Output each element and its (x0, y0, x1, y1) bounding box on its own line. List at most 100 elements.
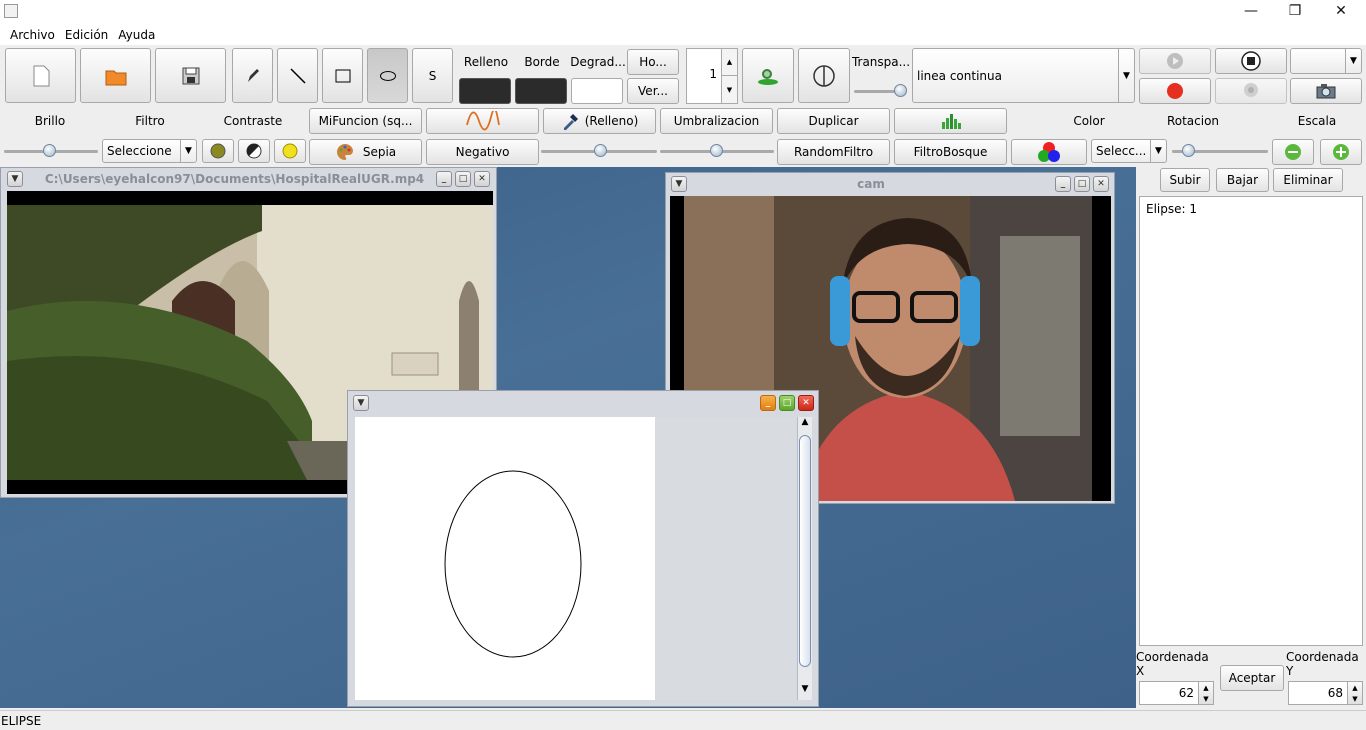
coord-x-up-icon[interactable]: ▲ (1199, 682, 1213, 693)
open-file-button[interactable] (80, 48, 151, 103)
contrast-dark-icon (246, 143, 262, 159)
coord-y-stepper[interactable]: ▲ ▼ (1347, 681, 1363, 705)
histogram-button[interactable] (894, 108, 1007, 134)
save-file-button[interactable] (155, 48, 226, 103)
bajar-button[interactable]: Bajar (1216, 168, 1269, 192)
menu-edicion[interactable]: Edición (60, 28, 113, 42)
duplicar-button[interactable]: Duplicar (777, 108, 890, 134)
canvas-window[interactable]: ▼ _ □ ✕ ▲ ▼ (347, 390, 819, 707)
scroll-up-arrow[interactable]: ▲ (798, 417, 812, 431)
umbralizacion-button[interactable]: Umbralizacion (660, 108, 773, 134)
line-icon (289, 67, 306, 84)
circle-line-icon (813, 64, 835, 87)
brillo-slider-knob[interactable] (43, 144, 56, 157)
list-item[interactable]: Elipse: 1 (1140, 197, 1362, 221)
canvas-close-icon[interactable]: ✕ (798, 395, 814, 411)
border-color-swatch[interactable] (515, 78, 567, 104)
menu-ayuda[interactable]: Ayuda (113, 28, 160, 42)
eliminar-button[interactable]: Eliminar (1273, 168, 1343, 192)
rectangle-tool-button[interactable] (322, 48, 363, 103)
paint-bucket-icon (758, 68, 778, 85)
pencil-tool-button[interactable] (232, 48, 273, 103)
sepia-label: Sepia (362, 145, 397, 159)
histogram-icon (941, 114, 961, 129)
color-picker-button[interactable] (742, 48, 794, 103)
cam-minimize-icon[interactable]: _ (1055, 176, 1071, 192)
minimize-button[interactable]: — (1228, 0, 1274, 22)
canvas-maximize-icon[interactable]: □ (779, 395, 795, 411)
aceptar-button[interactable]: Aceptar (1220, 665, 1284, 691)
canvas-vertical-scrollbar[interactable]: ▲ ▼ (797, 417, 812, 700)
video-maximize-icon[interactable]: □ (455, 171, 471, 187)
snapshot-button[interactable] (1290, 78, 1362, 104)
scroll-down-arrow[interactable]: ▼ (798, 684, 812, 694)
video-minimize-icon[interactable]: _ (436, 171, 452, 187)
line-style-combo[interactable]: linea continua ▼ (912, 48, 1135, 103)
coord-y-up-icon[interactable]: ▲ (1348, 682, 1362, 693)
eyedropper-relleno-button[interactable]: (Relleno) (543, 108, 656, 134)
menu-archivo[interactable]: Archivo (0, 28, 60, 42)
umbral-slider-knob[interactable] (594, 144, 607, 157)
gradient-color-swatch[interactable] (571, 78, 623, 104)
canvas-minimize-icon[interactable]: _ (760, 395, 776, 411)
webcam-button[interactable] (1215, 78, 1287, 104)
contraste-claro-button[interactable] (274, 139, 306, 163)
fill-color-swatch[interactable] (459, 78, 511, 104)
cam-maximize-icon[interactable]: □ (1074, 176, 1090, 192)
drawing-canvas[interactable] (355, 417, 655, 700)
filtro-combo[interactable]: Seleccione ▼ (102, 139, 197, 163)
randomfiltro-button[interactable]: RandomFiltro (777, 139, 890, 165)
filtro-label: Filtro (135, 114, 165, 128)
scale-down-button[interactable] (1272, 139, 1314, 165)
degradado-label: Degrad... (570, 55, 626, 69)
gradient-horizontal-button[interactable]: Ho... (627, 49, 679, 75)
new-file-button[interactable] (5, 48, 76, 103)
stroke-toggle-button[interactable] (798, 48, 850, 103)
stroke-down-arrow[interactable]: ▼ (721, 76, 737, 103)
contraste-label: Contraste (223, 114, 283, 128)
negativo-button[interactable]: Negativo (426, 139, 539, 165)
coord-y-input[interactable]: 68 (1288, 681, 1348, 705)
sepia-button[interactable]: Sepia (309, 139, 422, 165)
cam-window-menu-icon[interactable]: ▼ (671, 176, 687, 192)
media-select-combo[interactable]: ▼ (1290, 48, 1362, 74)
open-folder-icon (105, 70, 126, 85)
coord-x-down-icon[interactable]: ▼ (1199, 693, 1213, 704)
gradient-vertical-button[interactable]: Ver... (627, 78, 679, 104)
play-button[interactable] (1139, 48, 1211, 74)
rotacion-slider-knob[interactable] (1182, 144, 1195, 157)
coord-x-stepper[interactable]: ▲ ▼ (1198, 681, 1214, 705)
shape-list[interactable]: Elipse: 1 (1139, 196, 1363, 646)
video-window-menu-icon[interactable]: ▼ (7, 171, 23, 187)
sinusoidal-button[interactable] (426, 108, 539, 134)
stop-button[interactable] (1215, 48, 1287, 74)
stroke-width-spinner[interactable]: 1 ▲ ▼ (686, 48, 738, 104)
rgb-channels-button[interactable] (1011, 139, 1087, 165)
escala-label: Escala (1297, 114, 1337, 128)
contraste-oscuro-button[interactable] (238, 139, 270, 163)
filtrobosque-button[interactable]: FiltroBosque (894, 139, 1007, 165)
color-space-combo[interactable]: Selecc... ▼ (1091, 139, 1167, 163)
scroll-thumb[interactable] (799, 435, 811, 667)
ellipse-shape[interactable] (444, 470, 582, 658)
transparencia-slider-knob[interactable] (894, 84, 907, 97)
close-button[interactable]: ✕ (1318, 0, 1364, 22)
ellipse-tool-button[interactable] (367, 48, 408, 103)
video-close-icon[interactable]: ✕ (474, 171, 490, 187)
curve-tool-button[interactable]: S (412, 48, 453, 103)
cam-close-icon[interactable]: ✕ (1093, 176, 1109, 192)
mifuncion-button[interactable]: MiFuncion (sq... (309, 108, 422, 134)
stroke-up-arrow[interactable]: ▲ (721, 49, 737, 76)
contraste-normal-button[interactable] (202, 139, 234, 163)
subir-button[interactable]: Subir (1160, 168, 1210, 192)
contrast-normal-icon (210, 143, 226, 159)
canvas-window-menu-icon[interactable]: ▼ (353, 395, 369, 411)
coord-y-down-icon[interactable]: ▼ (1348, 693, 1362, 704)
restore-button[interactable]: ❐ (1272, 0, 1318, 22)
duplicar-slider-knob[interactable] (710, 144, 723, 157)
line-tool-button[interactable] (277, 48, 318, 103)
cam-window-title: cam (857, 177, 885, 191)
scale-up-button[interactable] (1320, 139, 1362, 165)
record-button[interactable] (1139, 78, 1211, 104)
coord-x-input[interactable]: 62 (1139, 681, 1199, 705)
